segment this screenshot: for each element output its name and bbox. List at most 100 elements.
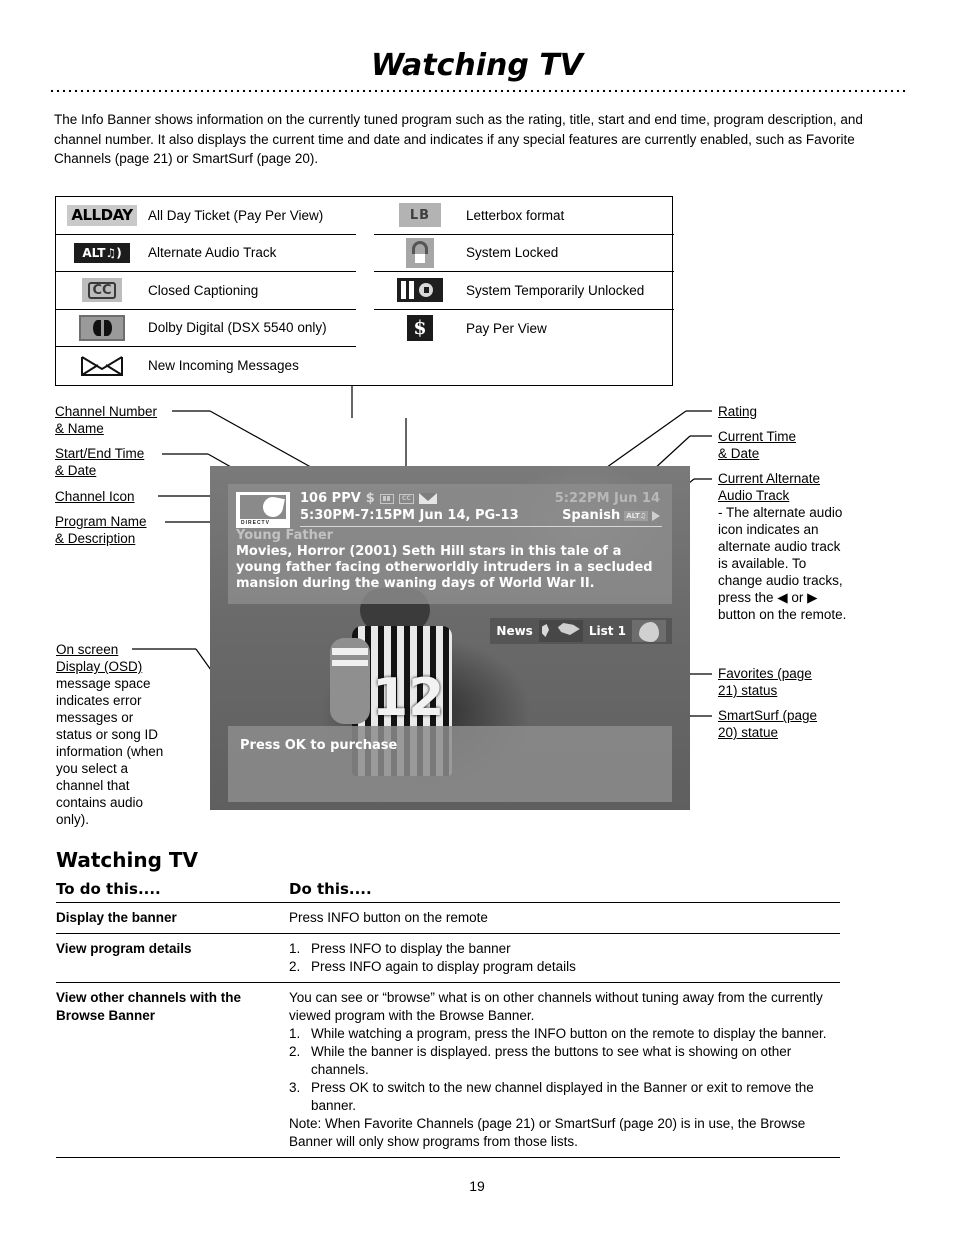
table-row: View other channels with the Browse Bann… xyxy=(56,982,840,1158)
action-line: 2. Press INFO again to display program d… xyxy=(289,959,576,974)
action-line: Press INFO button on the remote xyxy=(289,910,488,925)
osd-message-text: Press OK to purchase xyxy=(240,738,398,753)
channel-logo-icon: DIRECTV xyxy=(236,492,290,528)
letterbox-icon-glyph: LB xyxy=(399,203,441,228)
legend-row: New Incoming Messages xyxy=(56,347,356,385)
callout-osd: On screen Display (OSD) message space ind… xyxy=(56,642,164,827)
tv-screenshot: 12 DIRECTV 106 PPV $ CC 5:30PM-7:15PM Ju… xyxy=(210,466,690,810)
task-cell: View other channels with the Browse Bann… xyxy=(56,990,242,1023)
dolby-icon-glyph xyxy=(79,314,125,341)
action-line: 1. While watching a program, press the I… xyxy=(289,1026,827,1041)
ppv-icon-glyph: $ xyxy=(407,315,433,342)
icon-legend-table: ALLDAY All Day Ticket (Pay Per View) ALT… xyxy=(55,196,674,386)
legend-label: Alternate Audio Track xyxy=(148,245,277,261)
page-number: 19 xyxy=(469,1178,485,1194)
jersey-number: 12 xyxy=(372,668,445,728)
osd-message-area: Press OK to purchase xyxy=(228,726,672,802)
banner-divider xyxy=(300,526,662,527)
browse-status-bar[interactable]: News List 1 xyxy=(490,618,672,644)
manual-page: Watching TV The Info Banner shows inform… xyxy=(0,0,954,1235)
legend-row: System Locked xyxy=(374,235,674,272)
column-header-task: To do this.... xyxy=(56,880,161,898)
table-row: View program details 1. Press INFO to di… xyxy=(56,933,840,982)
banner-audio-track: Spanish ALT♫ xyxy=(562,508,660,523)
callout-start-end-time: Start/End Time & Date xyxy=(55,446,145,478)
cc-icon-glyph: CC xyxy=(82,278,122,303)
legend-row: Dolby Digital (DSX 5540 only) xyxy=(56,310,356,347)
channel-logo-text: DIRECTV xyxy=(241,520,270,526)
alternate-audio-icon-glyph: ALT♫) xyxy=(74,242,130,263)
legend-row: System Temporarily Unlocked xyxy=(374,272,674,310)
legend-left-column: ALLDAY All Day Ticket (Pay Per View) ALT… xyxy=(56,197,356,385)
callout-smartsurf-status: SmartSurf (page 20) statue xyxy=(718,708,818,740)
envelope-icon-glyph xyxy=(81,355,123,376)
action-line: You can see or “browse” what is on other… xyxy=(289,990,823,1023)
legend-label: Pay Per View xyxy=(466,320,547,336)
channel-number-name: 106 PPV xyxy=(300,491,361,506)
cc-icon: CC xyxy=(398,493,414,504)
banner-description: Movies, Horror (2001) Seth Hill stars in… xyxy=(236,544,653,591)
callout-program-name: Program Name & Description xyxy=(55,514,147,546)
system-temporarily-unlocked-icon xyxy=(374,278,466,303)
banner-time-rating-line: 5:30PM-7:15PM Jun 14, PG-13 xyxy=(300,508,519,523)
legend-label: New Incoming Messages xyxy=(148,358,299,374)
right-arrow-icon xyxy=(652,510,660,521)
legend-label: System Temporarily Unlocked xyxy=(466,282,645,298)
action-cell: You can see or “browse” what is on other… xyxy=(289,989,840,1151)
callout-alt-audio-body: - The alternate audio icon indicates an … xyxy=(718,505,847,622)
lock-icon-glyph xyxy=(406,237,434,268)
column-header-action: Do this.... xyxy=(289,880,372,898)
alternate-audio-icon: ALT♫) xyxy=(56,242,148,263)
new-messages-icon xyxy=(56,354,148,378)
legend-row: $ Pay Per View xyxy=(374,310,674,348)
dolby-digital-icon xyxy=(56,314,148,341)
unlock-icon-glyph xyxy=(397,278,443,303)
legend-label: Closed Captioning xyxy=(148,282,259,298)
page-title: Watching TV xyxy=(370,48,584,83)
action-line: 3. Press OK to switch to the new channel… xyxy=(289,1080,814,1113)
legend-label: System Locked xyxy=(466,245,559,261)
banner-channel-line: 106 PPV $ CC xyxy=(300,491,437,506)
mail-icon xyxy=(418,493,437,504)
audio-track-label: Spanish xyxy=(562,508,621,523)
smartsurf-list-label: List 1 xyxy=(588,624,626,638)
callout-osd-body: message space indicates error messages o… xyxy=(56,676,164,827)
system-locked-icon xyxy=(374,237,466,268)
action-note: Note: When Favorite Channels (page 21) o… xyxy=(289,1116,806,1149)
legend-label: Dolby Digital (DSX 5540 only) xyxy=(148,320,327,336)
dotted-rule xyxy=(49,86,907,92)
smartsurf-icon xyxy=(632,620,666,642)
callout-current-alternate-audio: Current Alternate Audio Track - The alter… xyxy=(718,471,847,622)
callout-favorites-status: Favorites (page 21) status xyxy=(718,666,812,698)
pay-per-view-icon: $ xyxy=(374,315,466,342)
globe-icon xyxy=(538,620,583,642)
callout-rating: Rating xyxy=(718,404,758,419)
legend-row: LB Letterbox format xyxy=(374,197,674,235)
callout-current-time: Current Time & Date xyxy=(718,429,797,461)
letterbox-icon: LB xyxy=(374,203,466,228)
legend-right-column: LB Letterbox format System Locked System… xyxy=(374,197,674,385)
howto-table: Display the banner Press INFO button on … xyxy=(56,902,840,1158)
favorites-list-label: News xyxy=(496,624,533,638)
allday-icon: ALLDAY xyxy=(56,204,148,226)
banner-current-time: 5:22PM Jun 14 xyxy=(554,491,660,506)
table-row: Display the banner Press INFO button on … xyxy=(56,902,840,933)
legend-row: ALLDAY All Day Ticket (Pay Per View) xyxy=(56,197,356,235)
closed-captioning-icon: CC xyxy=(56,278,148,303)
section-title: Watching TV xyxy=(56,848,198,872)
banner-program-name: Young Father xyxy=(236,528,334,543)
task-cell: View program details xyxy=(56,941,192,956)
callout-channel-number: Channel Number & Name xyxy=(55,404,158,436)
intro-paragraph: The Info Banner shows information on the… xyxy=(54,112,863,166)
action-cell: 1. Press INFO to display the banner 2. P… xyxy=(289,940,840,976)
action-line: 2. While the banner is displayed. press … xyxy=(289,1044,792,1077)
alt-audio-icon: ALT♫ xyxy=(624,510,648,521)
callout-channel-icon: Channel Icon xyxy=(55,489,135,504)
task-cell: Display the banner xyxy=(56,910,177,925)
dolby-icon xyxy=(379,493,394,504)
info-banner: DIRECTV 106 PPV $ CC 5:30PM-7:15PM Jun 1… xyxy=(228,484,672,604)
legend-row: ALT♫) Alternate Audio Track xyxy=(56,235,356,272)
legend-label: Letterbox format xyxy=(466,207,565,223)
legend-label: All Day Ticket (Pay Per View) xyxy=(148,207,324,223)
allday-icon-glyph: ALLDAY xyxy=(67,204,137,226)
